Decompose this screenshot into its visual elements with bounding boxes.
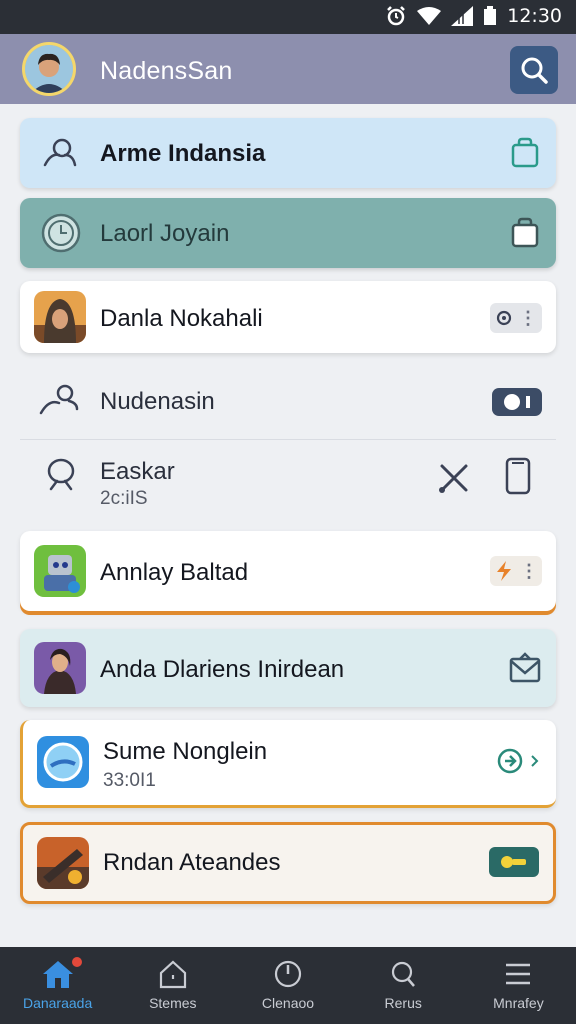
bag-icon[interactable]	[508, 216, 542, 250]
nav-item-mnrafey[interactable]: Mnrafey	[461, 947, 576, 1024]
app-bar: NadensSan	[0, 34, 576, 104]
close-x-icon[interactable]	[436, 460, 472, 496]
nav-label: Danaraada	[22, 995, 93, 1011]
list-item[interactable]: Arme Indansia	[20, 118, 556, 188]
house-outline-icon	[159, 960, 186, 989]
nav-label: Rerus	[384, 995, 422, 1011]
list-item[interactable]: Laorl Joyain	[20, 198, 556, 268]
robot-app-icon	[34, 545, 86, 597]
app-title: NadensSan	[100, 57, 233, 85]
nav-item-stemes[interactable]: Stemes	[115, 947, 230, 1024]
battle-app-icon	[37, 837, 89, 889]
list-item-label: Nudenasin	[100, 388, 215, 415]
list-item[interactable]: Annlay Baltad ⋮	[20, 531, 556, 611]
list-item-subtitle: 33:0I1	[103, 770, 156, 791]
alarm-icon	[387, 6, 406, 26]
list-item-label: Rndan Ateandes	[103, 849, 281, 876]
phone-icon[interactable]	[504, 456, 532, 496]
search-icon	[521, 57, 548, 84]
clock-circle-icon	[36, 208, 86, 258]
status-icons: 12:30	[385, 5, 562, 27]
list-item[interactable]: Sume Nonglein 33:0I1	[20, 720, 556, 808]
settings-pill-icon[interactable]: ⋮	[490, 303, 542, 333]
toggle-icon[interactable]	[492, 388, 542, 416]
list-item-label: Laorl Joyain	[100, 220, 230, 247]
key-pill-icon[interactable]	[489, 847, 539, 877]
nav-label: Stemes	[149, 995, 197, 1011]
bag-icon[interactable]	[508, 136, 542, 170]
person-outline-icon	[36, 128, 86, 178]
list-item-label: Annlay Baltad	[100, 559, 249, 586]
status-bar: 12:30	[0, 0, 576, 34]
list-item-subtitle: 2c:iIS	[100, 488, 148, 509]
list-item-label: Anda Dlariens Inirdean	[100, 656, 345, 683]
arrow-circle-icon[interactable]	[496, 746, 542, 776]
bottom-navigation: Danaraada Stemes Clenaoo Rerus Mnrafey	[0, 947, 576, 1024]
list-item[interactable]: Nudenasin	[20, 362, 556, 440]
power-icon	[274, 960, 302, 988]
list-item[interactable]: Easkar 2c:iIS	[20, 442, 556, 526]
lightning-pill-icon[interactable]: ⋮	[490, 556, 542, 586]
warrior-app-icon	[34, 642, 86, 694]
list-item-label: Easkar	[100, 458, 175, 485]
list-item[interactable]: Rndan Ateandes	[20, 822, 556, 904]
list-item[interactable]	[20, 932, 556, 947]
mail-icon[interactable]	[508, 651, 542, 685]
hooded-character-app-icon	[34, 291, 86, 343]
blue-circle-app-icon	[37, 736, 89, 788]
battery-icon	[484, 6, 497, 25]
list-item[interactable]: Anda Dlariens Inirdean	[20, 629, 556, 707]
person-outline-icon	[36, 452, 86, 502]
list-item-label: Arme Indansia	[100, 140, 266, 167]
search-outline-icon	[392, 961, 416, 987]
menu-icon	[506, 963, 531, 985]
notification-badge	[70, 955, 84, 969]
nav-label: Mnrafey	[493, 995, 544, 1011]
status-time: 12:30	[507, 5, 562, 27]
signal-icon	[451, 6, 474, 26]
nav-label: Clenaoo	[261, 995, 315, 1011]
list-item-label: Danla Nokahali	[100, 305, 263, 332]
list-item[interactable]: Danla Nokahali ⋮	[20, 281, 556, 353]
list-item-label: Sume Nonglein	[103, 738, 268, 765]
nav-item-home[interactable]: Danaraada	[0, 947, 115, 1024]
search-button[interactable]	[510, 46, 558, 94]
user-avatar[interactable]	[22, 42, 76, 96]
nav-item-clenaoo[interactable]: Clenaoo	[230, 947, 345, 1024]
wifi-icon	[417, 7, 442, 25]
person-outline-icon	[36, 376, 86, 426]
nav-item-rerus[interactable]: Rerus	[346, 947, 461, 1024]
contact-list: Arme Indansia Laorl Joyain Danla Nokahal…	[0, 104, 576, 947]
